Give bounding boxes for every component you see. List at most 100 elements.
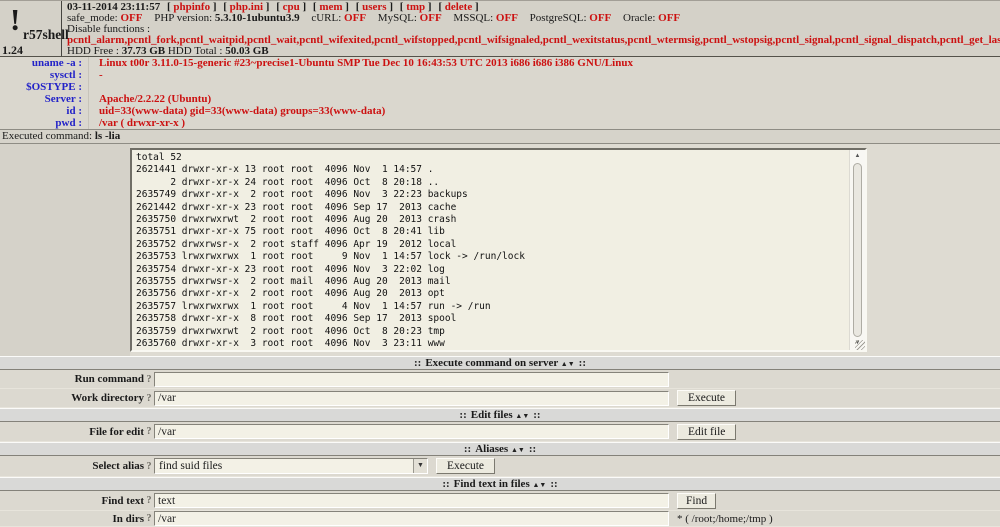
command-output-textarea[interactable]: total 52 2621441 drwxr-xr-x 13 root root… — [130, 148, 867, 352]
run-command-row: Run command ? — [0, 370, 1000, 389]
help-question-mark: ? — [144, 374, 154, 385]
select-alias-row: Select alias ? find suid files Execute — [0, 456, 1000, 477]
safe-mode-value: OFF — [120, 13, 142, 24]
find-text-row: Find text ? Find — [0, 491, 1000, 511]
run-command-label: Run command — [0, 373, 144, 385]
section-find-text: ::Find text in files ▲▼:: — [0, 477, 1000, 491]
mysql-value: OFF — [420, 13, 442, 24]
link-tmp[interactable]: [ tmp ] — [400, 2, 432, 13]
mysql-label: MySQL: — [378, 13, 417, 24]
find-text-input[interactable] — [154, 493, 669, 508]
file-for-edit-input[interactable] — [154, 424, 669, 439]
select-alias-label: Select alias — [0, 460, 144, 472]
header-line-hdd: HDD Free : 37.73 GB HDD Total : 50.03 GB — [67, 46, 1000, 56]
output-scrollbar[interactable] — [849, 150, 865, 350]
link-cpu[interactable]: [ cpu ] — [276, 2, 306, 13]
safe-mode-label: safe_mode: — [67, 13, 118, 24]
collapse-up-icon[interactable]: ▲ — [511, 446, 518, 454]
find-button[interactable]: Find — [677, 493, 716, 509]
hdd-total-value: 50.03 GB — [225, 46, 268, 56]
info-row-id: id :uid=33(www-data) gid=33(www-data) gr… — [0, 105, 1000, 117]
bang-icon: ! — [10, 2, 20, 38]
help-question-mark: ? — [144, 513, 154, 524]
in-dirs-label: In dirs — [0, 513, 144, 525]
mssql-value: OFF — [496, 13, 518, 24]
section-title: Edit files — [471, 409, 513, 421]
collapse-down-icon[interactable]: ▼ — [539, 481, 546, 489]
hdd-free-value: 37.73 GB — [122, 46, 165, 56]
in-dirs-input[interactable] — [154, 511, 669, 526]
alias-select[interactable]: find suid files — [154, 458, 428, 474]
alias-selected-value: find suid files — [155, 459, 413, 473]
info-row-pwd: pwd :/var ( drwxr-xr-x ) — [0, 117, 1000, 129]
file-for-edit-row: File for edit ? Edit file — [0, 422, 1000, 442]
dropdown-arrow-icon[interactable] — [413, 459, 427, 473]
hdd-total-label: HDD Total : — [168, 46, 223, 56]
link-phpinfo[interactable]: [ phpinfo ] — [167, 2, 217, 13]
edit-file-button[interactable]: Edit file — [677, 424, 736, 440]
shell-logo: ! r57shell 1.24 — [0, 1, 62, 56]
run-command-input[interactable] — [154, 372, 669, 387]
collapse-down-icon[interactable]: ▼ — [568, 360, 575, 368]
collapse-down-icon[interactable]: ▼ — [522, 412, 529, 420]
shell-name: r57shell — [23, 27, 69, 43]
link-delete[interactable]: [ delete ] — [438, 2, 478, 13]
mssql-label: MSSQL: — [453, 13, 493, 24]
header-band: ! r57shell 1.24 03-11-2014 23:11:57 [ ph… — [0, 0, 1000, 57]
oracle-value: OFF — [658, 13, 680, 24]
section-edit-files: ::Edit files ▲▼:: — [0, 408, 1000, 422]
curl-value: OFF — [344, 13, 366, 24]
help-question-mark: ? — [144, 461, 154, 472]
php-version-value: 5.3.10-1ubuntu3.9 — [215, 13, 300, 24]
alias-execute-button[interactable]: Execute — [436, 458, 495, 474]
in-dirs-row: In dirs ? * ( /root;/home;/tmp ) — [0, 511, 1000, 527]
header-line-datetime-links: 03-11-2014 23:11:57 [ phpinfo ] [ php.in… — [67, 2, 1000, 13]
section-title: Aliases — [475, 443, 508, 455]
postgresql-value: OFF — [589, 13, 611, 24]
work-directory-label: Work directory — [0, 392, 144, 404]
collapse-up-icon[interactable]: ▲ — [561, 360, 568, 368]
executed-command-value: ls -lia — [95, 130, 120, 142]
dirs-hint: * ( /root;/home;/tmp ) — [677, 513, 773, 525]
disable-functions-list: pcntl_alarm,pcntl_fork,pcntl_waitpid,pcn… — [67, 35, 1000, 46]
help-question-mark: ? — [144, 393, 154, 404]
shell-version: 1.24 — [2, 43, 23, 58]
executed-command-bar: Executed command: ls -lia — [0, 130, 1000, 144]
info-row-server: Server :Apache/2.2.22 (Ubuntu) — [0, 93, 1000, 105]
scroll-up-icon[interactable] — [850, 151, 865, 162]
header-info: 03-11-2014 23:11:57 [ phpinfo ] [ php.in… — [62, 1, 1000, 56]
find-text-label: Find text — [0, 495, 144, 507]
r57shell-page: ! r57shell 1.24 03-11-2014 23:11:57 [ ph… — [0, 0, 1000, 527]
collapse-down-icon[interactable]: ▼ — [518, 446, 525, 454]
scrollbar-thumb[interactable] — [853, 163, 862, 337]
work-directory-row: Work directory ? Execute — [0, 389, 1000, 408]
link-users[interactable]: [ users ] — [356, 2, 393, 13]
resize-grip-icon[interactable] — [855, 340, 865, 350]
executed-command-label: Executed command: — [2, 130, 92, 142]
hdd-free-label: HDD Free : — [67, 46, 119, 56]
datetime: 03-11-2014 23:11:57 — [67, 2, 160, 13]
info-row-uname: uname -a :Linux t00r 3.11.0-15-generic #… — [0, 57, 1000, 69]
header-line-status: safe_mode: OFF PHP version: 5.3.10-1ubun… — [67, 13, 1000, 24]
section-title: Execute command on server — [425, 357, 558, 369]
oracle-label: Oracle: — [623, 13, 655, 24]
file-for-edit-label: File for edit — [0, 426, 144, 438]
info-row-sysctl: sysctl :- — [0, 69, 1000, 81]
output-area: total 52 2621441 drwxr-xr-x 13 root root… — [0, 144, 1000, 356]
section-execute-command: ::Execute command on server ▲▼:: — [0, 356, 1000, 370]
section-aliases: ::Aliases ▲▼:: — [0, 442, 1000, 456]
info-row-ostype: $OSTYPE : — [0, 81, 1000, 93]
section-title: Find text in files — [454, 478, 530, 490]
curl-label: cURL: — [311, 13, 341, 24]
postgresql-label: PostgreSQL: — [530, 13, 587, 24]
execute-button[interactable]: Execute — [677, 390, 736, 406]
system-info-table: uname -a :Linux t00r 3.11.0-15-generic #… — [0, 57, 1000, 130]
help-question-mark: ? — [144, 495, 154, 506]
command-output-text: total 52 2621441 drwxr-xr-x 13 root root… — [132, 150, 848, 350]
link-php-ini[interactable]: [ php.ini ] — [223, 2, 269, 13]
link-mem[interactable]: [ mem ] — [313, 2, 349, 13]
help-question-mark: ? — [144, 426, 154, 437]
disable-functions-label: Disable functions : — [67, 24, 1000, 35]
php-version-label: PHP version: — [154, 13, 212, 24]
work-directory-input[interactable] — [154, 391, 669, 406]
